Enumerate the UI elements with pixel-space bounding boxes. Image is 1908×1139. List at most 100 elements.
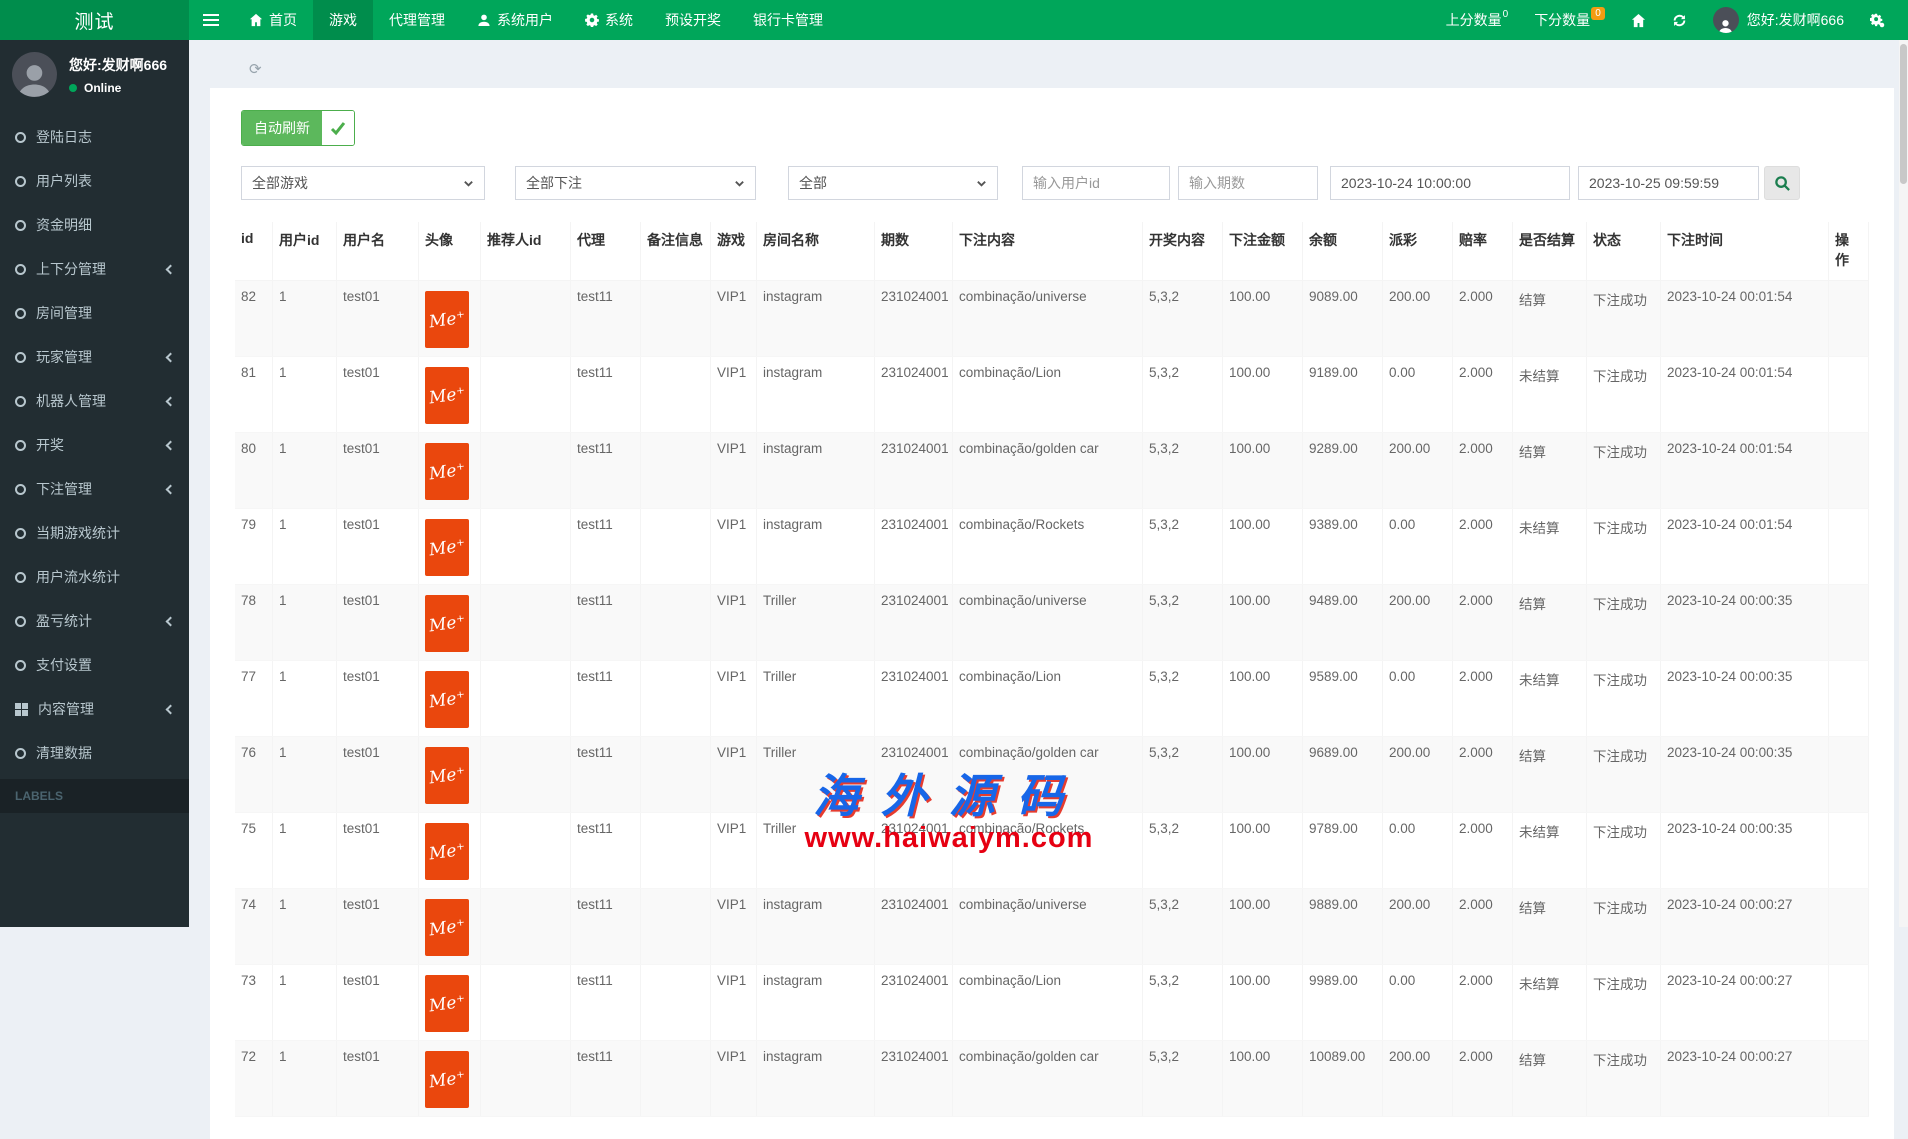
grid-icon (15, 703, 28, 716)
up-score-badge: 0 (1503, 9, 1509, 20)
sidebar-toggle-button[interactable] (189, 0, 233, 40)
user-avatar-image (1713, 7, 1739, 33)
game-filter-select[interactable]: 全部游戏 (241, 166, 485, 200)
circle-icon (15, 528, 26, 539)
player-avatar-image: Me⁺ (425, 823, 469, 880)
app-logo[interactable]: 测试 (0, 0, 189, 40)
chevron-left-icon (166, 616, 176, 626)
settings-menu[interactable] (1857, 0, 1898, 40)
chevron-left-icon (166, 396, 176, 406)
gear-icon (585, 13, 599, 27)
nav-item-agent-management[interactable]: 代理管理 (373, 0, 461, 40)
table-row: 72 1 test01 Me⁺ test11 VIP1 instagram 23… (235, 1041, 1869, 1117)
bet-filter-select[interactable]: 全部下注 (515, 166, 756, 200)
chevron-left-icon (166, 704, 176, 714)
sidebar-item-draw[interactable]: 开奖 (0, 423, 189, 467)
user-id-input[interactable] (1022, 166, 1170, 200)
circle-icon (15, 396, 26, 407)
chevron-down-icon (976, 178, 987, 189)
circle-icon (15, 660, 26, 671)
user-icon (477, 13, 491, 27)
sidebar-item-current-game-stats[interactable]: 当期游戏统计 (0, 511, 189, 555)
sidebar-item-room-management[interactable]: 房间管理 (0, 291, 189, 335)
date-from-input[interactable] (1330, 166, 1570, 200)
nav-item-system[interactable]: 系统 (569, 0, 649, 40)
bets-table: id 用户id 用户名 头像 推荐人id 代理 备注信息 游戏 房间名称 期数 … (235, 222, 1869, 1117)
sidebar-item-bet-management[interactable]: 下注管理 (0, 467, 189, 511)
period-input[interactable] (1178, 166, 1318, 200)
table-row: 81 1 test01 Me⁺ test11 VIP1 instagram 23… (235, 357, 1869, 433)
main-content: ⟳ 自动刷新 全部游戏 全部下注 全部 (189, 40, 1908, 927)
status-filter-select[interactable]: 全部 (788, 166, 998, 200)
player-avatar-image: Me⁺ (425, 975, 469, 1032)
sidebar-item-payment-settings[interactable]: 支付设置 (0, 643, 189, 687)
check-icon (329, 119, 347, 137)
nav-item-home[interactable]: 首页 (233, 0, 313, 40)
sidebar-item-login-log[interactable]: 登陆日志 (0, 115, 189, 159)
nav-item-games[interactable]: 游戏 (313, 0, 373, 40)
user-menu[interactable]: 您好:发财啊666 (1700, 0, 1857, 40)
table-row: 77 1 test01 Me⁺ test11 VIP1 Triller 2310… (235, 661, 1869, 737)
circle-icon (15, 264, 26, 275)
circle-icon (15, 220, 26, 231)
sidebar-item-funds-detail[interactable]: 资金明细 (0, 203, 189, 247)
scrollbar-thumb[interactable] (1900, 44, 1907, 184)
sidebar-item-player-management[interactable]: 玩家管理 (0, 335, 189, 379)
circle-icon (15, 440, 26, 451)
circle-icon (15, 132, 26, 143)
cogs-icon (1870, 13, 1885, 28)
top-navbar: 测试 首页 游戏 代理管理 系统用户 系统 预设开奖 银行卡管理 上分数量 0 … (0, 0, 1908, 40)
nav-item-bank-card-management[interactable]: 银行卡管理 (737, 0, 839, 40)
chevron-left-icon (166, 352, 176, 362)
filter-bar: 全部游戏 全部下注 全部 (241, 166, 1869, 200)
chevron-down-icon (463, 178, 474, 189)
chevron-left-icon (166, 440, 176, 450)
sidebar-avatar-image (12, 52, 57, 97)
sidebar-item-user-list[interactable]: 用户列表 (0, 159, 189, 203)
sidebar: 您好:发财啊666 Online 登陆日志 用户列表 资金明细 上下分管理 房间… (0, 40, 189, 927)
table-row: 73 1 test01 Me⁺ test11 VIP1 instagram 23… (235, 965, 1869, 1041)
sidebar-item-content-management[interactable]: 内容管理 (0, 687, 189, 731)
circle-icon (15, 616, 26, 627)
player-avatar-image: Me⁺ (425, 291, 469, 348)
nav-item-preset-draw[interactable]: 预设开奖 (649, 0, 737, 40)
up-score-counter[interactable]: 上分数量 0 (1433, 0, 1522, 40)
home-shortcut-button[interactable] (1618, 0, 1659, 40)
player-avatar-image: Me⁺ (425, 367, 469, 424)
down-score-counter[interactable]: 下分数量 0 (1521, 0, 1618, 40)
down-score-badge: 0 (1591, 7, 1605, 20)
sidebar-item-score-management[interactable]: 上下分管理 (0, 247, 189, 291)
table-body: 82 1 test01 Me⁺ test11 VIP1 instagram 23… (235, 281, 1869, 1117)
content-refresh-icon[interactable]: ⟳ (249, 60, 262, 78)
table-row: 75 1 test01 Me⁺ test11 VIP1 Triller 2310… (235, 813, 1869, 889)
refresh-icon (1672, 13, 1687, 28)
sidebar-item-robot-management[interactable]: 机器人管理 (0, 379, 189, 423)
auto-refresh-toggle[interactable]: 自动刷新 (241, 110, 355, 146)
sidebar-user-status: Online (69, 81, 167, 95)
table-row: 78 1 test01 Me⁺ test11 VIP1 Triller 2310… (235, 585, 1869, 661)
search-button[interactable] (1764, 166, 1800, 200)
player-avatar-image: Me⁺ (425, 1051, 469, 1108)
nav-item-system-users[interactable]: 系统用户 (461, 0, 569, 40)
chevron-left-icon (166, 264, 176, 274)
table-header-row: id 用户id 用户名 头像 推荐人id 代理 备注信息 游戏 房间名称 期数 … (235, 222, 1869, 281)
circle-icon (15, 572, 26, 583)
sidebar-user-greeting: 您好:发财啊666 (69, 55, 167, 75)
table-row: 82 1 test01 Me⁺ test11 VIP1 instagram 23… (235, 281, 1869, 357)
sidebar-item-clean-data[interactable]: 清理数据 (0, 731, 189, 775)
chevron-down-icon (734, 178, 745, 189)
bets-panel: 自动刷新 全部游戏 全部下注 全部 (210, 88, 1894, 1139)
sidebar-user-panel: 您好:发财啊666 Online (0, 40, 189, 111)
auto-refresh-checkbox[interactable] (322, 111, 354, 145)
refresh-button[interactable] (1659, 0, 1700, 40)
player-avatar-image: Me⁺ (425, 747, 469, 804)
home-icon (249, 13, 263, 27)
page-scrollbar[interactable] (1899, 40, 1908, 927)
player-avatar-image: Me⁺ (425, 899, 469, 956)
sidebar-item-profit-loss-stats[interactable]: 盈亏统计 (0, 599, 189, 643)
sidebar-item-user-flow-stats[interactable]: 用户流水统计 (0, 555, 189, 599)
circle-icon (15, 308, 26, 319)
date-to-input[interactable] (1578, 166, 1759, 200)
home-icon (1631, 13, 1646, 28)
table-row: 74 1 test01 Me⁺ test11 VIP1 instagram 23… (235, 889, 1869, 965)
